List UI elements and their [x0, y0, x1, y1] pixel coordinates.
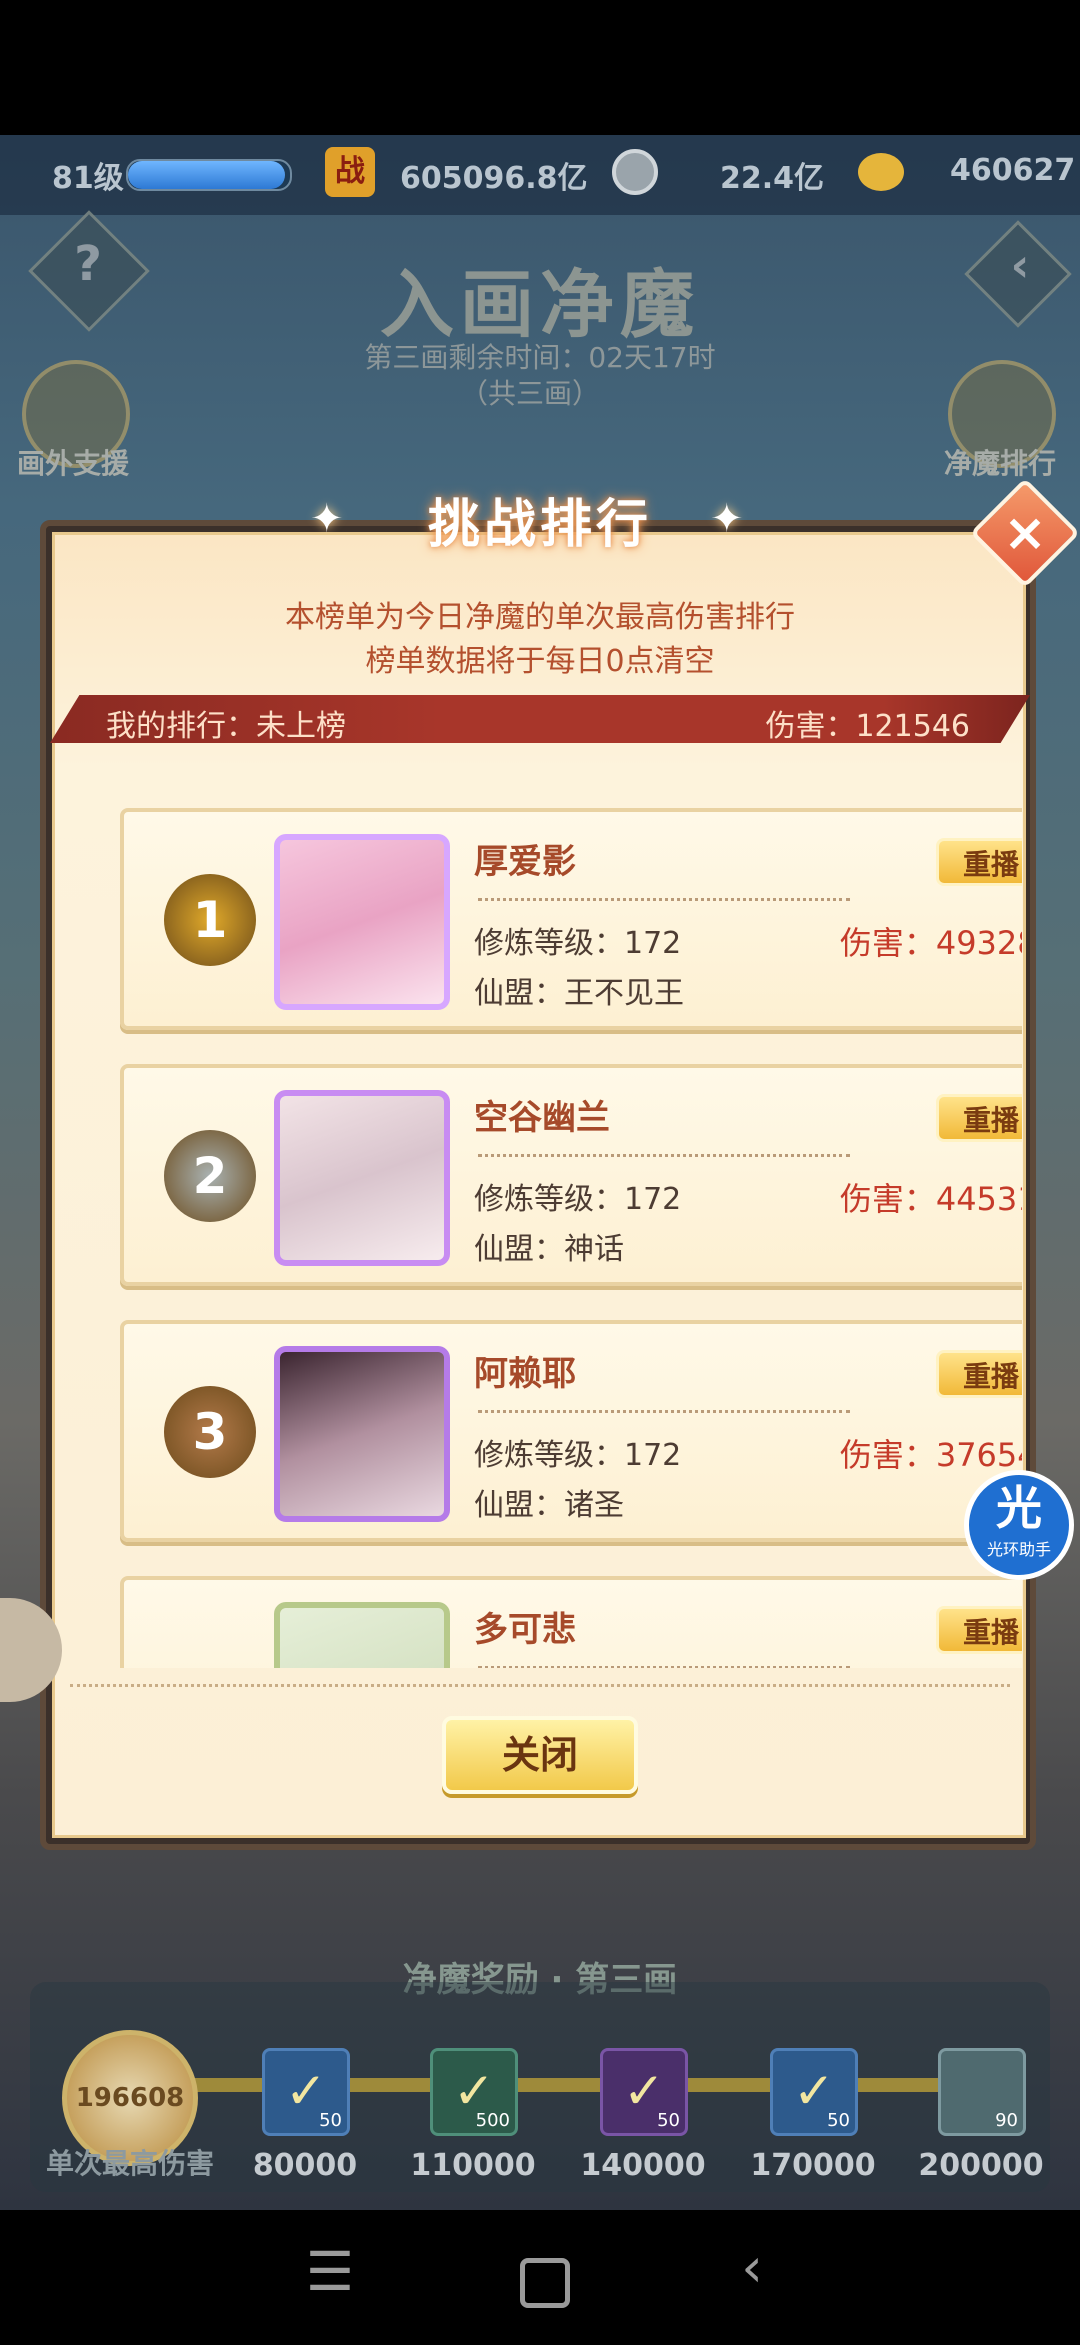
- player-damage: 伤害：376541: [839, 1436, 1022, 1474]
- back-icon[interactable]: ‹: [712, 2236, 792, 2299]
- reward-count: 500: [475, 2110, 510, 2131]
- reward-threshold: 80000: [252, 2148, 358, 2183]
- assistant-badge[interactable]: 光 光环助手: [964, 1470, 1074, 1580]
- ranking-entry: 1 厚爱影 修炼等级：172 仙盟：王不见王 伤害：493280 重播: [120, 808, 1022, 1030]
- player-name: 空谷幽兰: [474, 1098, 610, 1138]
- reward-threshold: 110000: [410, 2148, 536, 2183]
- player-avatar[interactable]: [274, 1090, 450, 1266]
- reward-item[interactable]: 90: [938, 2048, 1026, 2136]
- dialog-desc-line1: 本榜单为今日净魔的单次最高伤害排行: [285, 600, 795, 635]
- player-damage: 伤害：445311: [839, 1180, 1022, 1218]
- reward-count: 50: [657, 2110, 680, 2131]
- player-level: 修炼等级：172: [474, 926, 682, 961]
- list-divider: [70, 1684, 1010, 1687]
- player-guild: 仙盟：王不见王: [474, 976, 684, 1011]
- dotted-divider: [478, 1410, 850, 1413]
- ranking-label: 净魔排行: [943, 447, 1056, 480]
- ranking-list[interactable]: 1 厚爱影 修炼等级：172 仙盟：王不见王 伤害：493280 重播 2 空谷…: [58, 800, 1022, 1668]
- reward-threshold: 200000: [918, 2148, 1044, 2183]
- reward-item[interactable]: ✓ 50: [262, 2048, 350, 2136]
- player-avatar[interactable]: [274, 834, 450, 1010]
- power-value: 605096.8亿: [400, 161, 588, 196]
- player-name: 多可悲: [474, 1610, 576, 1650]
- replay-button[interactable]: 重播: [936, 1350, 1022, 1398]
- dialog-desc-line2: 榜单数据将于每日0点清空: [365, 644, 715, 679]
- close-button[interactable]: 关闭: [442, 1716, 638, 1794]
- dotted-divider: [478, 898, 850, 901]
- my-damage-text: 伤害：121546: [765, 709, 970, 744]
- best-damage-label: 单次最高伤害: [45, 2147, 214, 2180]
- ranking-entry: 多可悲 重播: [120, 1576, 1022, 1668]
- reward-item[interactable]: ✓ 50: [770, 2048, 858, 2136]
- close-icon: ×: [1003, 503, 1047, 563]
- sparkle-icon: ✦: [310, 496, 344, 542]
- ranking-entry: 2 空谷幽兰 修炼等级：172 仙盟：神话 伤害：445311 重播: [120, 1064, 1022, 1286]
- player-name: 阿赖耶: [474, 1354, 576, 1394]
- level-progress-bar: [126, 159, 292, 191]
- help-icon: ?: [74, 236, 102, 292]
- event-timer: 第三画剩余时间：02天17时: [364, 341, 716, 374]
- reward-threshold: 140000: [580, 2148, 706, 2183]
- rank-medal-gold-icon: 1: [164, 874, 256, 966]
- player-avatar[interactable]: [274, 1602, 450, 1668]
- replay-button[interactable]: 重播: [936, 1606, 1022, 1654]
- my-rank-text: 我的排行：未上榜: [106, 709, 346, 744]
- dotted-divider: [478, 1666, 850, 1668]
- assistant-glyph: 光: [996, 1481, 1042, 1535]
- player-damage: 伤害：493280: [839, 924, 1022, 962]
- dialog-title-banner: ✦ 挑战排行 ✦: [250, 480, 830, 570]
- home-icon[interactable]: [520, 2258, 570, 2308]
- power-icon: 战: [325, 147, 375, 197]
- reward-item[interactable]: ✓ 500: [430, 2048, 518, 2136]
- player-level: 修炼等级：172: [474, 1182, 682, 1217]
- ranking-entry: 3 阿赖耶 修炼等级：172 仙盟：诸圣 伤害：376541 重播: [120, 1320, 1022, 1542]
- reward-count: 50: [827, 2110, 850, 2131]
- rank-medal-silver-icon: 2: [164, 1130, 256, 1222]
- dialog-title: 挑战排行: [427, 495, 652, 555]
- replay-button[interactable]: 重播: [936, 838, 1022, 886]
- reward-count: 90: [995, 2110, 1018, 2131]
- player-guild: 仙盟：诸圣: [474, 1488, 624, 1523]
- support-label: 画外支援: [16, 447, 129, 480]
- event-sub: （共三画）: [459, 377, 600, 410]
- player-name: 厚爱影: [474, 842, 576, 882]
- gold-ingot-icon: [858, 153, 904, 191]
- reward-count: 50: [319, 2110, 342, 2131]
- coin-value: 22.4亿: [720, 161, 825, 196]
- player-avatar[interactable]: [274, 1346, 450, 1522]
- gold-value: 460627: [950, 153, 1076, 188]
- reward-item[interactable]: ✓ 50: [600, 2048, 688, 2136]
- menu-icon[interactable]: ☰: [290, 2240, 370, 2303]
- resource-bar: 81级 战 605096.8亿 22.4亿 460627: [0, 135, 1080, 215]
- sparkle-icon: ✦: [710, 496, 744, 542]
- assistant-label: 光环助手: [986, 1540, 1051, 1559]
- my-rank-bar: 我的排行：未上榜 伤害：121546: [50, 695, 1030, 743]
- player-level: 81级: [52, 161, 124, 196]
- replay-button[interactable]: 重播: [936, 1094, 1022, 1142]
- player-guild: 仙盟：神话: [474, 1232, 624, 1267]
- dotted-divider: [478, 1154, 850, 1157]
- player-level: 修炼等级：172: [474, 1438, 682, 1473]
- reward-threshold: 170000: [750, 2148, 876, 2183]
- rank-medal-bronze-icon: 3: [164, 1386, 256, 1478]
- coin-icon: [612, 149, 658, 195]
- back-chevron-icon: ‹: [1010, 238, 1030, 292]
- system-nav-bar: ☰ ‹: [0, 2210, 1080, 2345]
